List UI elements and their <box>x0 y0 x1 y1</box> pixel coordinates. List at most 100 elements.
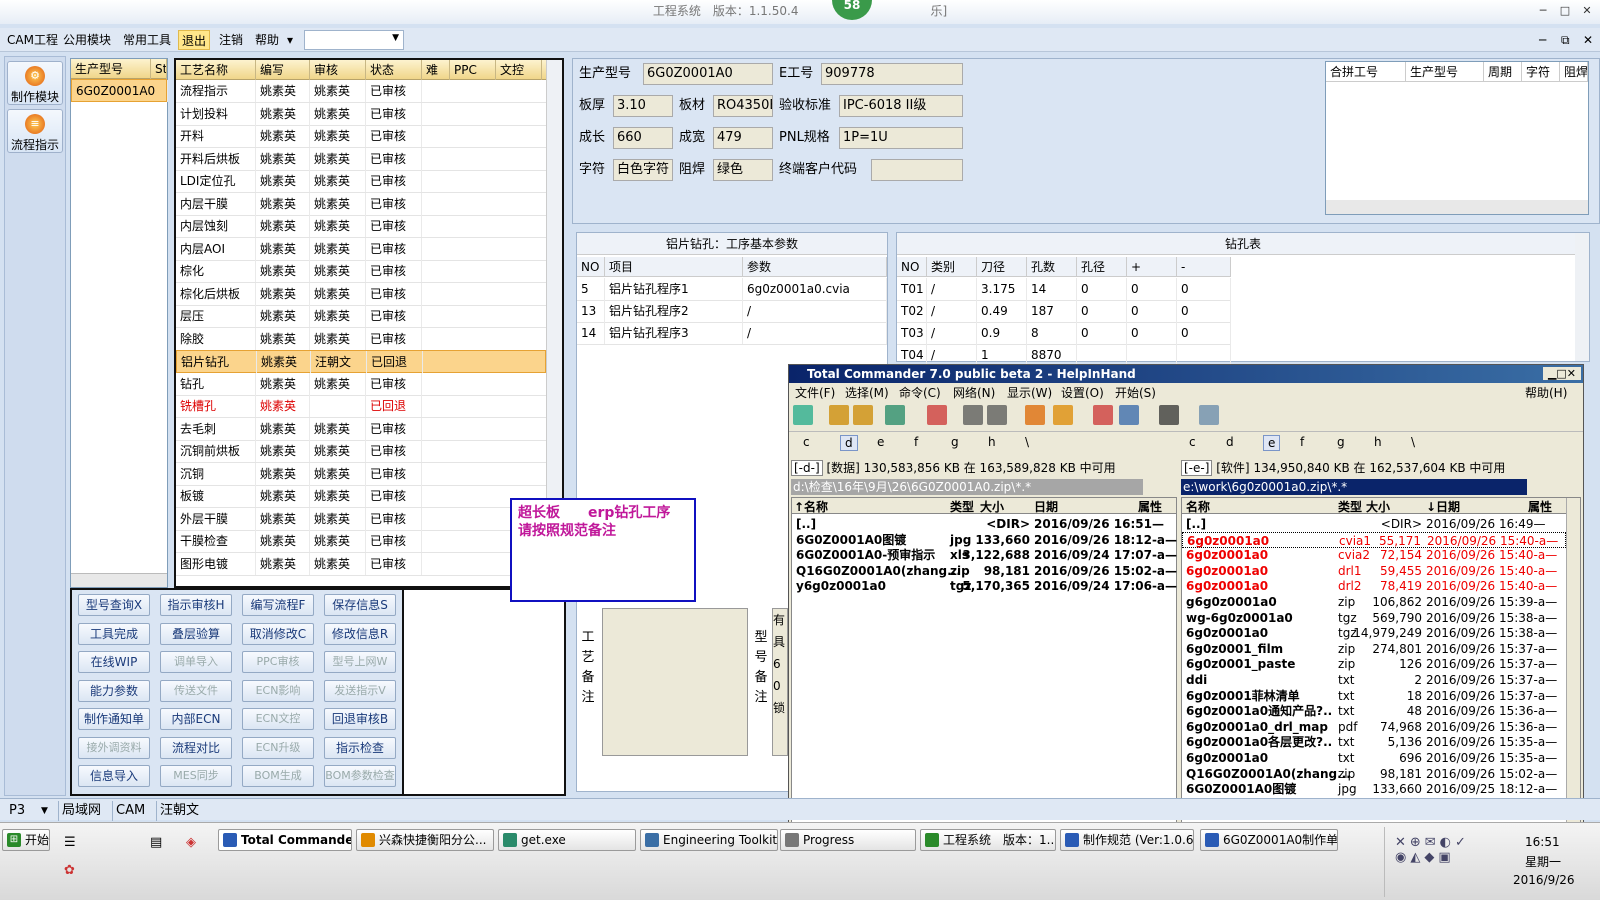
process-row[interactable]: 层压 姚素英 姚素英 已审核 <box>176 305 546 328</box>
h-scrollbar[interactable] <box>71 573 167 587</box>
pack-icon[interactable] <box>1025 405 1045 425</box>
forward-icon[interactable] <box>987 405 1007 425</box>
process-row[interactable]: 去毛刺 姚素英 姚素英 已审核 <box>176 417 546 441</box>
taskbar-item[interactable]: Total Commander ... <box>218 829 352 851</box>
tc-drive-left[interactable]: c <box>803 435 810 449</box>
tc-file-row[interactable]: Q16G0Z0001A0(zhang... zip 98,181 2016/09/26… <box>1182 766 1566 782</box>
drill-row[interactable]: T02/0.49 187 0 0 0 <box>897 300 1231 323</box>
col-header[interactable]: 字符 <box>1522 62 1560 82</box>
col-header[interactable]: 文控 <box>496 60 542 80</box>
alu-row[interactable]: 5 铝片钻孔程序1 6g0z0001a0.cvia <box>577 278 887 301</box>
action-button[interactable]: MES同步 <box>160 765 232 787</box>
tc-file-row[interactable]: 6G0Z0001A0-预审指示 xls 3,122,688 2016/09/24 17… <box>792 547 1177 563</box>
process-row[interactable]: 除胶 姚素英 姚素英 已审核 <box>176 327 546 351</box>
menu-tools[interactable]: 常用工具 <box>120 30 174 50</box>
action-button[interactable]: 在线WIP <box>78 651 150 673</box>
tc-drive-right[interactable]: h <box>1374 435 1382 449</box>
tc-right-drive-combo[interactable]: [-e-] <box>1181 460 1213 476</box>
mdi-close[interactable]: ✕ <box>1580 30 1596 50</box>
col-header[interactable]: 刀径 <box>977 257 1027 277</box>
maximize-button[interactable]: □ <box>1558 4 1572 18</box>
tc-file-row[interactable]: 6g0z0001a0 cvia2 72,154 2016/09/26 15:40-a— <box>1182 547 1566 563</box>
action-button[interactable]: 调单导入 <box>160 651 232 673</box>
col-header[interactable]: NO <box>577 257 605 277</box>
ftp-icon[interactable] <box>1093 405 1113 425</box>
process-row[interactable]: LDI定位孔 姚素英 姚素英 已审核 <box>176 170 546 193</box>
menu-overflow-icon[interactable]: ▾ <box>284 30 296 50</box>
v-scrollbar[interactable] <box>1575 233 1589 361</box>
col-header[interactable]: 项目 <box>605 257 743 277</box>
tc-drive-left[interactable]: h <box>988 435 996 449</box>
action-button[interactable]: 保存信息S <box>324 594 396 616</box>
action-button[interactable]: 能力参数 <box>78 679 150 702</box>
col-header[interactable]: PPC <box>450 60 496 80</box>
tray-icons[interactable]: ✕⊕✉◐✓ ◉◭◆▣ <box>1395 835 1505 865</box>
action-button[interactable]: 指示检查 <box>324 736 396 759</box>
col-header[interactable]: 生产型号 <box>71 59 151 79</box>
star-icon[interactable] <box>927 405 947 425</box>
tc-col-header[interactable]: 日期 <box>1034 498 1058 515</box>
thick-field[interactable]: 3.10 <box>613 95 673 117</box>
minimize-button[interactable]: ─ <box>1536 4 1550 18</box>
process-row[interactable]: 流程指示 姚素英 姚素英 已审核 <box>176 80 546 103</box>
tc-drive-right[interactable]: d <box>1226 435 1234 449</box>
file-icon[interactable]: ▤ <box>150 835 168 853</box>
col-header[interactable]: 状态 <box>366 60 422 80</box>
alu-row[interactable]: 13 铝片钻孔程序2/ <box>577 300 887 323</box>
action-button[interactable]: 传送文件 <box>160 679 232 702</box>
e-field[interactable]: 909778 <box>821 63 963 85</box>
tc-col-header[interactable]: 大小 <box>980 498 1004 515</box>
menu-combo-box[interactable]: ▼ <box>304 30 404 50</box>
col-header[interactable]: 阻焊 <box>1560 62 1588 82</box>
action-button[interactable]: 取消修改C <box>242 622 314 645</box>
col-header[interactable]: 参数 <box>743 257 887 277</box>
tree-icon[interactable] <box>853 405 873 425</box>
menu-public[interactable]: 公用模块 <box>60 30 114 50</box>
refresh-icon[interactable] <box>793 405 813 425</box>
pnl-field[interactable]: 1P=1U <box>839 127 963 149</box>
action-button[interactable]: 编写流程F <box>242 594 314 616</box>
nav-make-module[interactable]: ⚙ 制作模块 <box>7 61 63 105</box>
col-header[interactable]: 合拼工号 <box>1326 62 1406 82</box>
tc-file-row[interactable]: wg-6g0z0001a0 tgz 569,790 2016/09/26 15:38-… <box>1182 610 1566 626</box>
tc-drive-left[interactable]: e <box>877 435 884 449</box>
tc-menu-select[interactable]: 选择(M) <box>845 385 889 401</box>
unpack-icon[interactable] <box>1053 405 1073 425</box>
app-icon[interactable]: ◈ <box>186 835 204 853</box>
back-icon[interactable] <box>963 405 983 425</box>
image-icon[interactable] <box>885 405 905 425</box>
col-header[interactable]: 工艺名称 <box>176 60 256 80</box>
col-header[interactable]: 类别 <box>927 257 977 277</box>
tc-menu-start[interactable]: 开始(S) <box>1115 385 1156 401</box>
process-row[interactable]: 棕化 姚素英 姚素英 已审核 <box>176 260 546 283</box>
process-row[interactable]: 干膜检查 姚素英 姚素英 已审核 <box>176 530 546 553</box>
tc-col-header[interactable]: ↑名称 <box>794 498 828 515</box>
col-header[interactable]: 审核 <box>310 60 366 80</box>
tc-menu-file[interactable]: 文件(F) <box>795 385 835 401</box>
action-button[interactable]: BOM参数检查 <box>324 765 396 787</box>
search-icon[interactable] <box>1159 405 1179 425</box>
chevron-down-icon[interactable]: ▼ <box>38 801 51 821</box>
taskbar-item[interactable]: get.exe <box>498 829 636 851</box>
col-header[interactable]: St <box>151 59 167 79</box>
action-button[interactable]: BOM生成 <box>242 765 314 787</box>
tc-file-row[interactable]: [..] <DIR> 2016/09/26 16:51— <box>792 516 1176 532</box>
mask-field[interactable]: 绿色 <box>713 159 773 181</box>
model-remark-field[interactable]: 有具60锁 <box>772 608 788 756</box>
col-header[interactable]: - <box>1177 257 1231 277</box>
tc-window-buttons[interactable]: ▁□✕ <box>1543 367 1581 380</box>
menu-help[interactable]: 帮助 <box>252 30 282 50</box>
tc-col-header[interactable]: 类型 <box>950 498 974 515</box>
tc-col-header[interactable]: 大小 <box>1366 498 1390 515</box>
tc-menu-help[interactable]: 帮助(H) <box>1525 385 1567 401</box>
process-row[interactable]: 内层蚀刻 姚素英 姚素英 已审核 <box>176 215 546 238</box>
action-button[interactable]: 指示审核H <box>160 594 232 616</box>
alu-row[interactable]: 14 铝片钻孔程序3/ <box>577 322 887 345</box>
tc-file-row[interactable]: 6g0z0001_film zip 274,801 2016/09/26 15:37-… <box>1182 641 1566 657</box>
tc-col-header[interactable]: 属性 <box>1138 498 1162 515</box>
std-field[interactable]: IPC-6018 II级 <box>839 95 963 117</box>
tc-file-row[interactable]: ddi txt 2 2016/09/26 15:37-a— <box>1182 672 1566 688</box>
taskbar-item[interactable]: 兴森快捷衡阳分公... <box>356 829 494 851</box>
col-header[interactable]: 编写 <box>256 60 310 80</box>
tab-cam[interactable]: CAM <box>112 801 148 821</box>
